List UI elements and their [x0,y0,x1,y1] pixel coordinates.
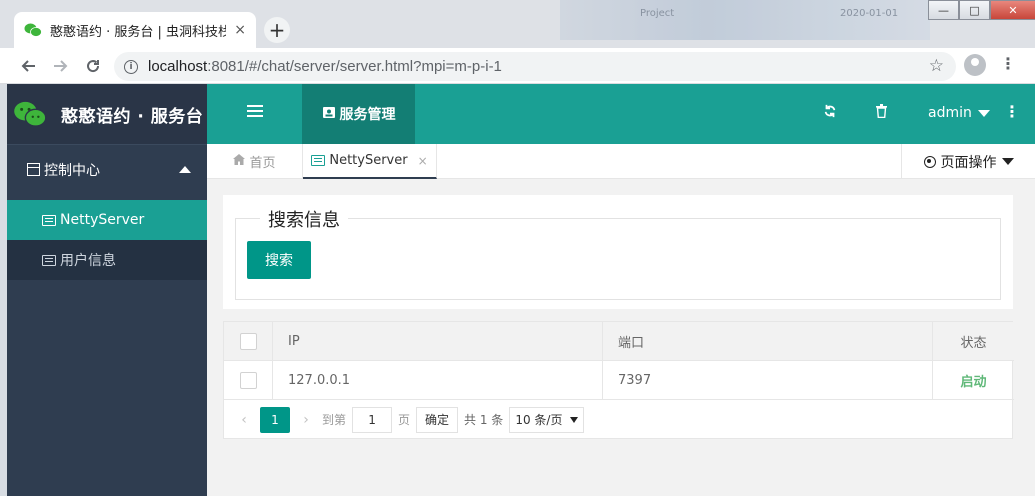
pagination: ‹ 1 › 到第 1 页 确定 共 1 条 10 条/页 [224,400,1014,439]
tab-nettyserver[interactable]: NettyServer × [303,144,437,179]
page-operations-label: 页面操作 [940,154,997,171]
tab-close-icon[interactable]: × [418,154,428,168]
caret-down-icon [977,109,990,117]
background-text: 2020-01-01 [840,8,899,19]
sidebar-item-user-info[interactable]: 用户信息 [7,240,207,280]
header-status[interactable]: 状态 [933,322,1014,361]
search-fieldset: 搜索信息 搜索 [235,206,1001,300]
header-checkbox-cell [224,322,273,361]
prev-page-button[interactable]: ‹ [234,412,254,428]
username: admin [928,105,972,121]
nav-service-management[interactable]: 服务管理 [302,84,415,144]
next-page-button[interactable]: › [296,412,316,428]
sidebar: 憨憨语约 · 服务台 控制中心 NettyServer 用户信息 [7,84,207,496]
target-icon [923,155,936,168]
select-all-checkbox[interactable] [239,333,257,350]
top-navbar: 服务管理 admin ⋮ [207,84,1035,144]
window-controls: — □ ✕ [928,0,1035,20]
tab-home[interactable]: 首页 [207,144,303,179]
bookmark-star-icon[interactable]: ☆ [929,56,944,76]
user-menu[interactable]: admin [928,105,990,121]
close-window-button[interactable]: ✕ [990,0,1035,20]
address-bar: i localhost:8081/#/chat/server/server.ht… [0,48,1035,84]
refresh-icon[interactable] [823,104,837,122]
background-text: Project [640,8,675,19]
minimize-button[interactable]: — [928,0,959,20]
more-menu-icon[interactable]: ⋮ [1004,102,1020,121]
background-window: Project 2020-01-01 [560,0,930,40]
nav-label: 服务管理 [339,107,396,123]
sidebar-section-label: 控制中心 [44,162,100,179]
browser-titlebar: Project 2020-01-01 憨憨语约 · 服务台 | 虫洞科技栈 h … [0,0,1035,48]
forward-icon[interactable] [49,54,73,78]
list-icon [42,254,56,266]
list-icon [42,214,56,226]
cell-ip: 127.0.0.1 [273,361,603,400]
id-card-icon [322,106,336,123]
page-operations-dropdown[interactable]: 页面操作 [901,144,1035,179]
cell-port: 7397 [603,361,933,400]
sidebar-item-label: NettyServer [60,212,145,228]
sidebar-item-label: 用户信息 [60,253,116,269]
status-badge: 启动 [960,375,987,390]
profile-avatar-icon[interactable] [964,54,986,76]
logo: 憨憨语约 · 服务台 [7,84,207,144]
confirm-goto-button[interactable]: 确定 [416,406,459,433]
goto-label: 到第 [322,413,347,427]
tab-label: 首页 [249,156,276,171]
calendar-icon [27,163,40,176]
wechat-icon [24,23,42,37]
tab-close-icon[interactable]: × [234,22,246,38]
server-table: IP 端口 状态 127.0.0.1 7397 启动 ‹ 1 › 到第 1 页 … [223,321,1014,439]
row-checkbox-cell [224,361,273,400]
home-icon [233,154,246,169]
caret-down-icon [1001,158,1014,165]
search-legend: 搜索信息 [260,206,348,232]
app: 憨憨语约 · 服务台 控制中心 NettyServer 用户信息 服务管理 ad… [7,84,1035,496]
row-checkbox[interactable] [239,372,257,389]
dropdown-arrow-icon [570,416,579,423]
main-content: 搜索信息 搜索 IP 端口 状态 127.0.0.1 7397 启动 ‹ 1 ›… [207,179,1035,496]
sidebar-section-control-center[interactable]: 控制中心 [7,144,207,194]
new-tab-button[interactable]: + [264,17,290,43]
header-port[interactable]: 端口 [603,322,933,361]
url-field[interactable]: i localhost:8081/#/chat/server/server.ht… [114,52,956,81]
browser-menu-icon[interactable]: ⋮ [1000,54,1016,73]
page-tabbar: 首页 NettyServer × 页面操作 [207,144,1035,179]
page-size-value: 10 条/页 [515,413,563,427]
caret-up-icon [179,166,191,173]
table-row[interactable]: 127.0.0.1 7397 启动 [224,361,1014,400]
goto-page-input[interactable]: 1 [352,406,393,433]
total-count: 共 1 条 [464,413,504,427]
search-card: 搜索信息 搜索 [223,195,1013,309]
maximize-button[interactable]: □ [959,0,990,20]
browser-tab[interactable]: 憨憨语约 · 服务台 | 虫洞科技栈 h × [14,12,256,48]
page-number-current[interactable]: 1 [260,406,290,433]
back-icon[interactable] [16,54,40,78]
page-size-select[interactable]: 10 条/页 [509,406,585,433]
sidebar-submenu: NettyServer 用户信息 [7,200,207,280]
table-header-row: IP 端口 状态 [224,322,1014,361]
url-path: :8081/#/chat/server/server.html?mpi=m-p-… [207,58,502,75]
tab-title: 憨憨语约 · 服务台 | 虫洞科技栈 h [50,24,227,40]
menu-toggle-icon[interactable] [247,105,263,121]
list-icon [311,155,326,166]
wechat-logo-icon [14,101,47,127]
logo-text: 憨憨语约 · 服务台 [61,106,204,127]
trash-icon[interactable] [875,104,888,122]
cell-status: 启动 [933,361,1014,400]
info-icon[interactable]: i [124,59,138,74]
header-ip[interactable]: IP [273,322,603,361]
sidebar-item-nettyserver[interactable]: NettyServer [7,200,207,240]
search-button[interactable]: 搜索 [247,241,311,279]
reload-icon[interactable] [81,54,105,78]
url-host: localhost [148,58,208,75]
tab-label: NettyServer [329,153,408,168]
page-unit-label: 页 [398,413,411,427]
